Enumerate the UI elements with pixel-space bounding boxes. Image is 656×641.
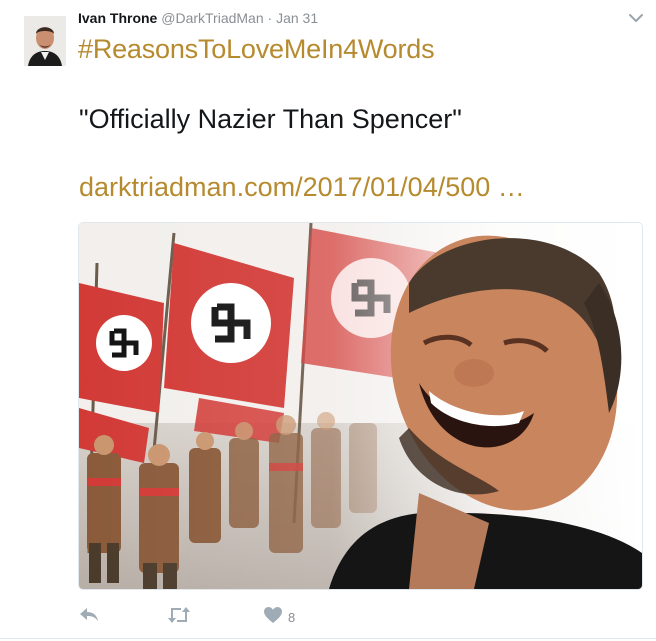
separator-dot: · — [267, 10, 273, 26]
reply-icon[interactable] — [78, 604, 100, 630]
avatar-image — [24, 16, 66, 66]
author-name[interactable]: Ivan Throne — [78, 10, 157, 26]
tweet-media-image[interactable] — [78, 222, 643, 590]
hashtag-link[interactable]: #ReasonsToLoveMeIn4Words — [78, 34, 435, 65]
tweet-header: Ivan Throne @DarkTriadMan · Jan 31 — [78, 10, 318, 30]
media-illustration — [79, 223, 642, 589]
divider — [0, 638, 656, 639]
like-count: 8 — [288, 610, 296, 625]
heart-icon[interactable] — [262, 604, 284, 630]
tweet-text: "Officially Nazier Than Spencer" — [79, 104, 462, 134]
tweet: Ivan Throne @DarkTriadMan · Jan 31 #Reas… — [0, 0, 656, 641]
chevron-down-icon[interactable] — [626, 8, 646, 28]
tweet-url-link[interactable]: darktriadman.com/2017/01/04/500 … — [79, 172, 525, 203]
author-handle[interactable]: @DarkTriadMan — [161, 10, 263, 26]
tweet-date[interactable]: Jan 31 — [276, 10, 318, 26]
avatar[interactable] — [24, 16, 66, 66]
retweet-icon[interactable] — [166, 604, 192, 630]
